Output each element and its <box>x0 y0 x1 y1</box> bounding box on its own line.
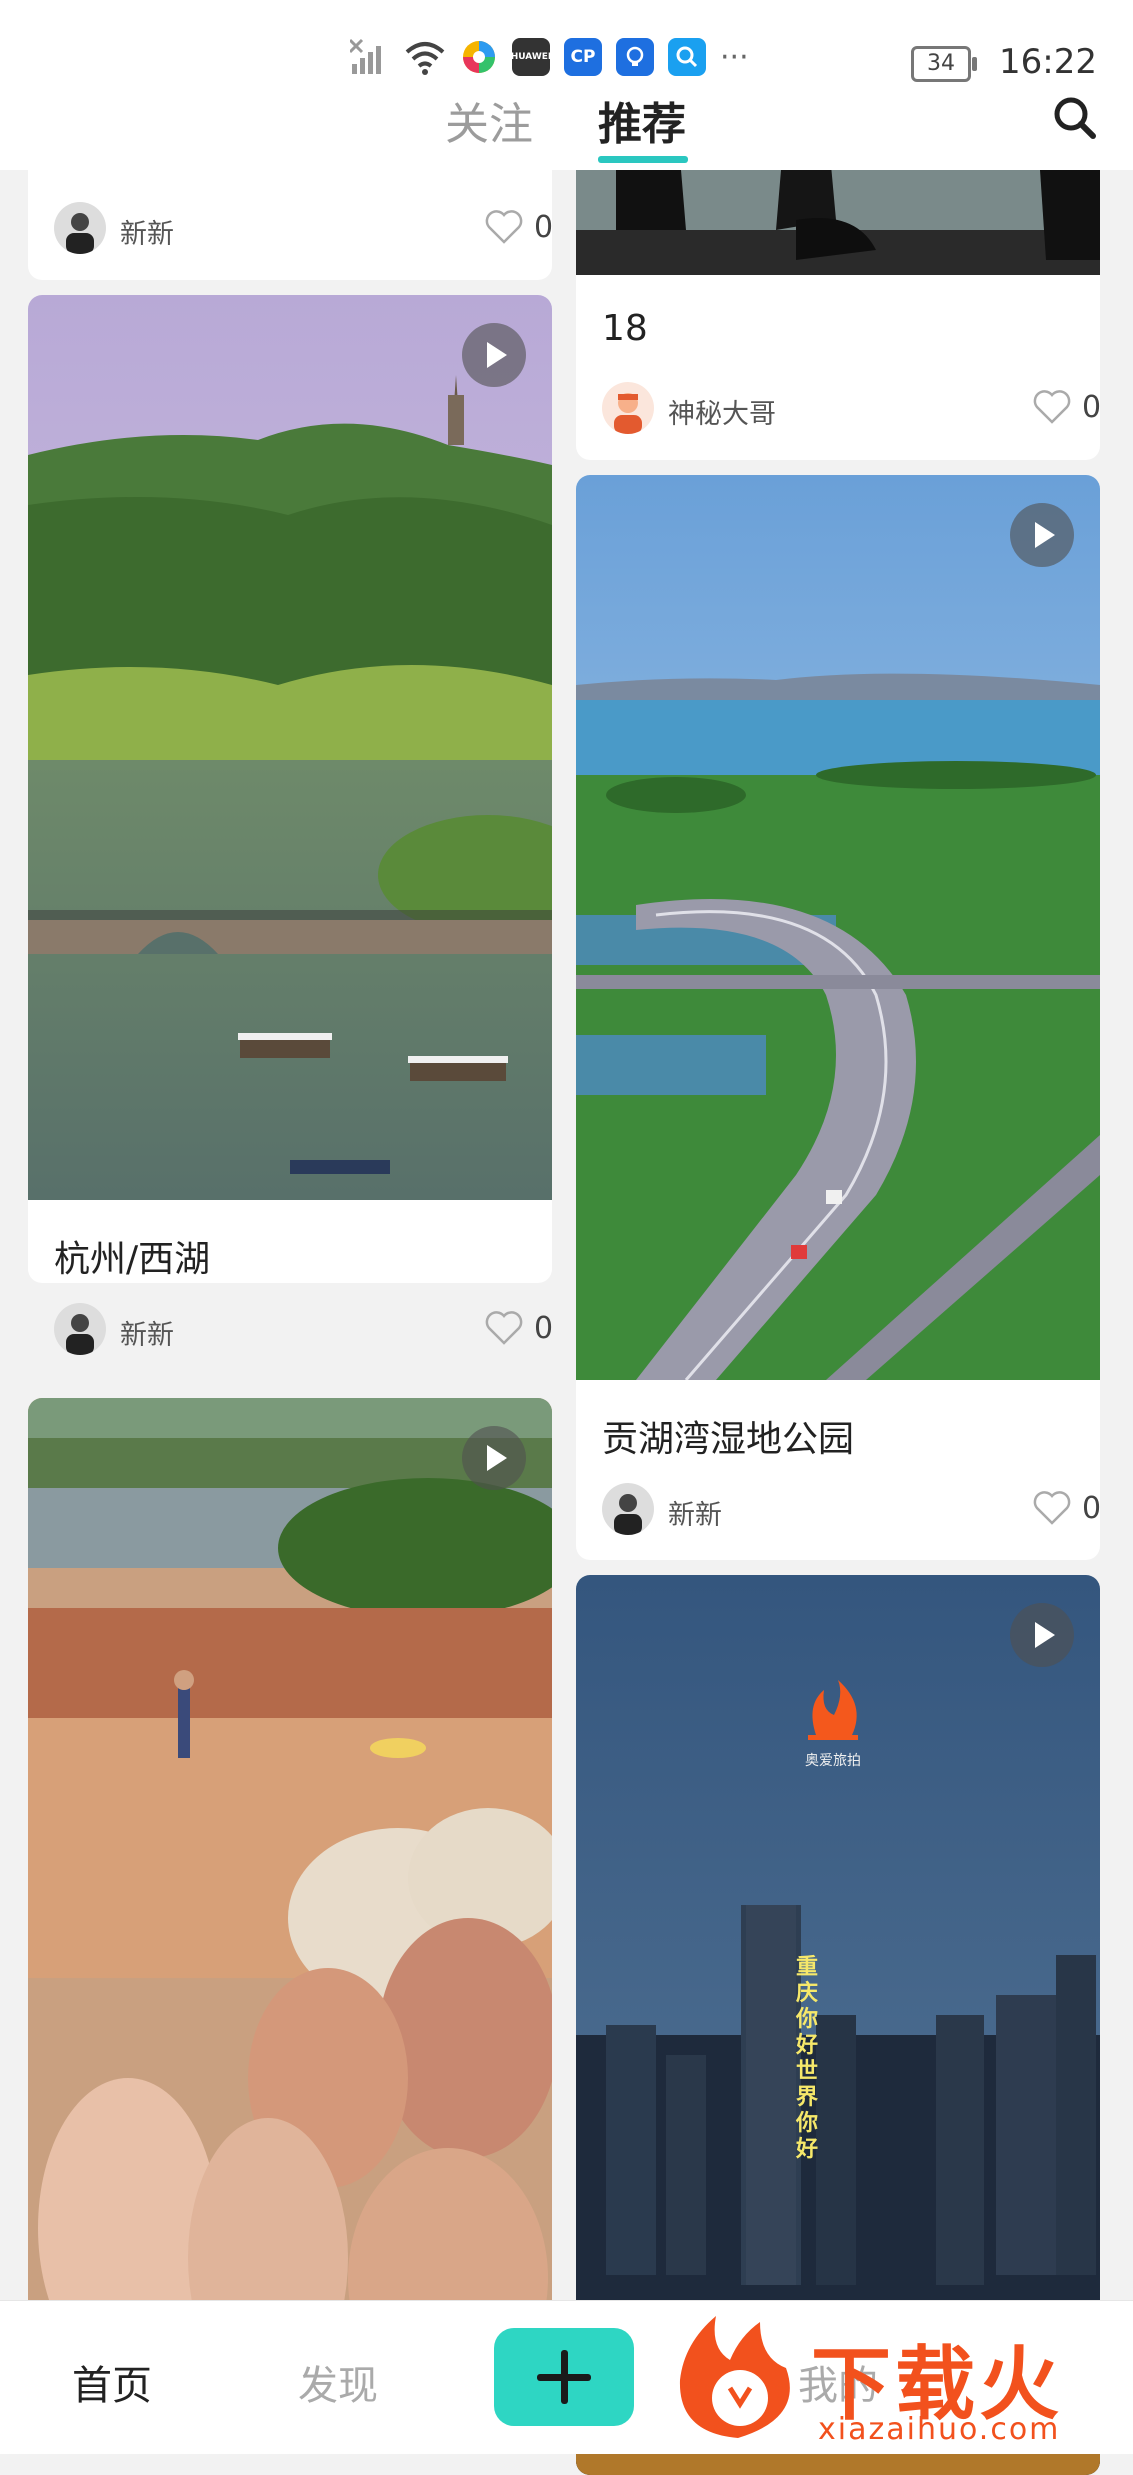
like-count: 0 <box>1082 390 1100 425</box>
avatar <box>54 202 106 254</box>
card-title: 杭州/西湖 <box>54 1239 211 1280</box>
author-name: 新新 <box>120 219 174 250</box>
feed-card[interactable]: 杭州/西湖 <box>28 295 552 1283</box>
svg-text:奥爱旅拍: 奥爱旅拍 <box>805 1752 861 1769</box>
play-icon[interactable] <box>1010 503 1074 567</box>
wetland-park-image <box>576 475 1100 1380</box>
heart-icon[interactable] <box>1032 1489 1072 1527</box>
author-name: 新新 <box>668 1500 722 1531</box>
heart-icon[interactable] <box>1032 388 1072 426</box>
west-lake-image <box>28 295 552 1200</box>
author-row[interactable]: 新新 0 <box>602 1483 1100 1539</box>
play-icon[interactable] <box>462 323 526 387</box>
like-count: 0 <box>534 210 552 245</box>
watermark-url: xiazaihuo.com <box>818 2412 1061 2447</box>
cp-app-icon: CP <box>564 38 602 76</box>
card-title: 18 <box>602 308 648 349</box>
wifi-icon <box>405 42 445 75</box>
search-app-icon <box>668 38 706 76</box>
play-icon[interactable] <box>1010 1603 1074 1667</box>
tab-recommend[interactable]: 推荐 <box>598 88 686 152</box>
huawei-app-icon: HUAWEI <box>511 38 551 76</box>
flame-logo-icon <box>679 2316 790 2438</box>
bulb-app-icon <box>616 38 654 76</box>
battery-icon: 34 <box>911 46 977 82</box>
author-row[interactable]: 新新 0 <box>54 1303 554 1359</box>
like-count: 0 <box>534 1311 554 1346</box>
search-icon[interactable] <box>1049 92 1101 144</box>
heart-icon[interactable] <box>484 1309 524 1347</box>
active-tab-indicator <box>598 156 688 163</box>
colorful-app-icon <box>463 41 495 73</box>
add-post-button[interactable] <box>494 2328 634 2426</box>
author-name: 新新 <box>120 1320 174 1351</box>
watermark-logo: 下载火 xiazaihuo.com <box>668 2308 1133 2453</box>
pampas-grass-image <box>28 1398 552 2398</box>
author-row[interactable]: 神秘大哥 0 <box>602 382 1100 438</box>
avatar <box>602 382 654 434</box>
author-row[interactable]: 新新 0 <box>54 202 552 258</box>
tab-follow[interactable]: 关注 <box>445 88 533 152</box>
more-notifications: ··· <box>720 39 749 75</box>
nav-home[interactable]: 首页 <box>72 2353 152 2411</box>
neon-sign-text: 重庆你好 世界你好 <box>796 1955 819 2162</box>
signal-icon <box>350 38 381 74</box>
top-nav: 关注 推荐 <box>0 82 1133 170</box>
status-icons: HUAWEI CP ··· <box>350 38 749 76</box>
feed-card[interactable]: 贡湖湾湿地公园 新新 0 <box>576 475 1100 1560</box>
heart-icon[interactable] <box>484 208 524 246</box>
author-name: 神秘大哥 <box>668 399 776 430</box>
card-title: 贡湖湾湿地公园 <box>602 1419 855 1460</box>
like-count: 0 <box>1082 1491 1100 1526</box>
nav-discover[interactable]: 发现 <box>298 2353 378 2411</box>
status-time: 16:22 <box>999 42 1097 82</box>
play-icon[interactable] <box>462 1426 526 1490</box>
avatar <box>602 1483 654 1535</box>
feed-card[interactable] <box>28 1398 552 2398</box>
avatar <box>54 1303 106 1355</box>
